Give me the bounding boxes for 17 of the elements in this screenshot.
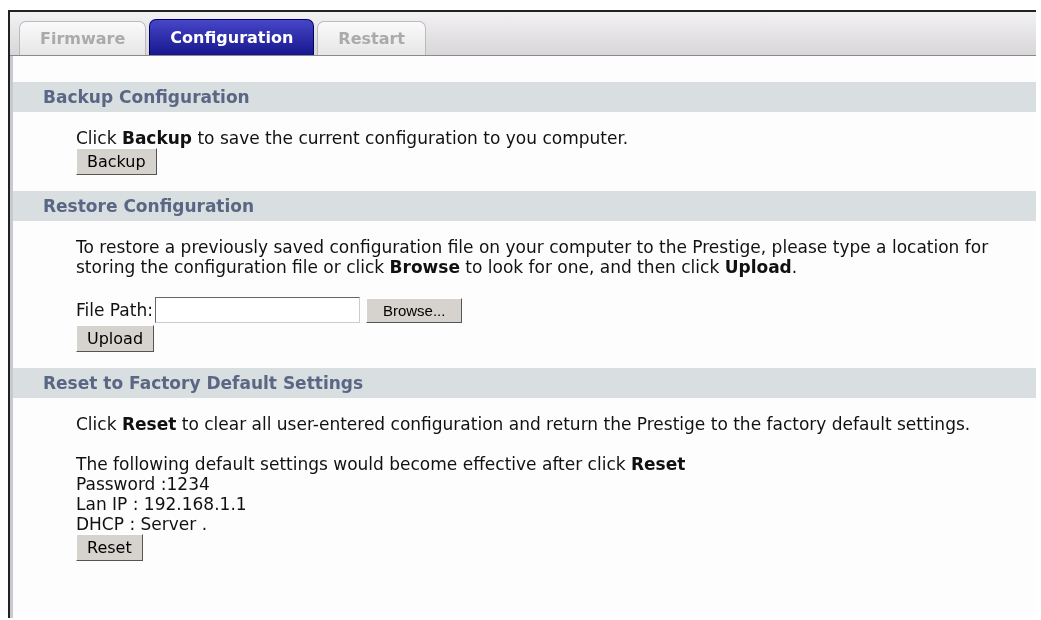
section-header: Backup Configuration — [13, 82, 1036, 112]
field-label: File Path: — [76, 300, 153, 320]
paragraph-text: Click Reset to clear all user-entered configuration and return the Prestige to the factory default settings. — [76, 414, 972, 434]
button[interactable]: Backup — [76, 148, 157, 175]
paragraph-text: The following default settings would become effective after click Reset — [76, 454, 687, 474]
paragraph-text: DHCP : Server . — [76, 514, 209, 534]
section-header: Restore Configuration — [13, 191, 1036, 221]
section-header: Reset to Factory Default Settings — [13, 368, 1036, 398]
browse-button[interactable]: Browse... — [365, 297, 463, 323]
paragraph-text: Lan IP : 192.168.1.1 — [76, 494, 248, 514]
paragraph-text: Password :1234 — [76, 474, 211, 494]
button[interactable]: Reset — [76, 534, 143, 561]
file-path-field[interactable] — [154, 297, 360, 323]
tab[interactable]: Configuration — [149, 19, 315, 55]
paragraph-text: To restore a previously saved configuration file on your computer to the Prestige, please type a location for storing the configuration file or click Browse to look for one, and then click Upload. — [76, 237, 990, 277]
button[interactable]: Upload — [76, 325, 155, 352]
paragraph-text: Click Backup to save the current configuration to you computer. — [76, 128, 630, 148]
